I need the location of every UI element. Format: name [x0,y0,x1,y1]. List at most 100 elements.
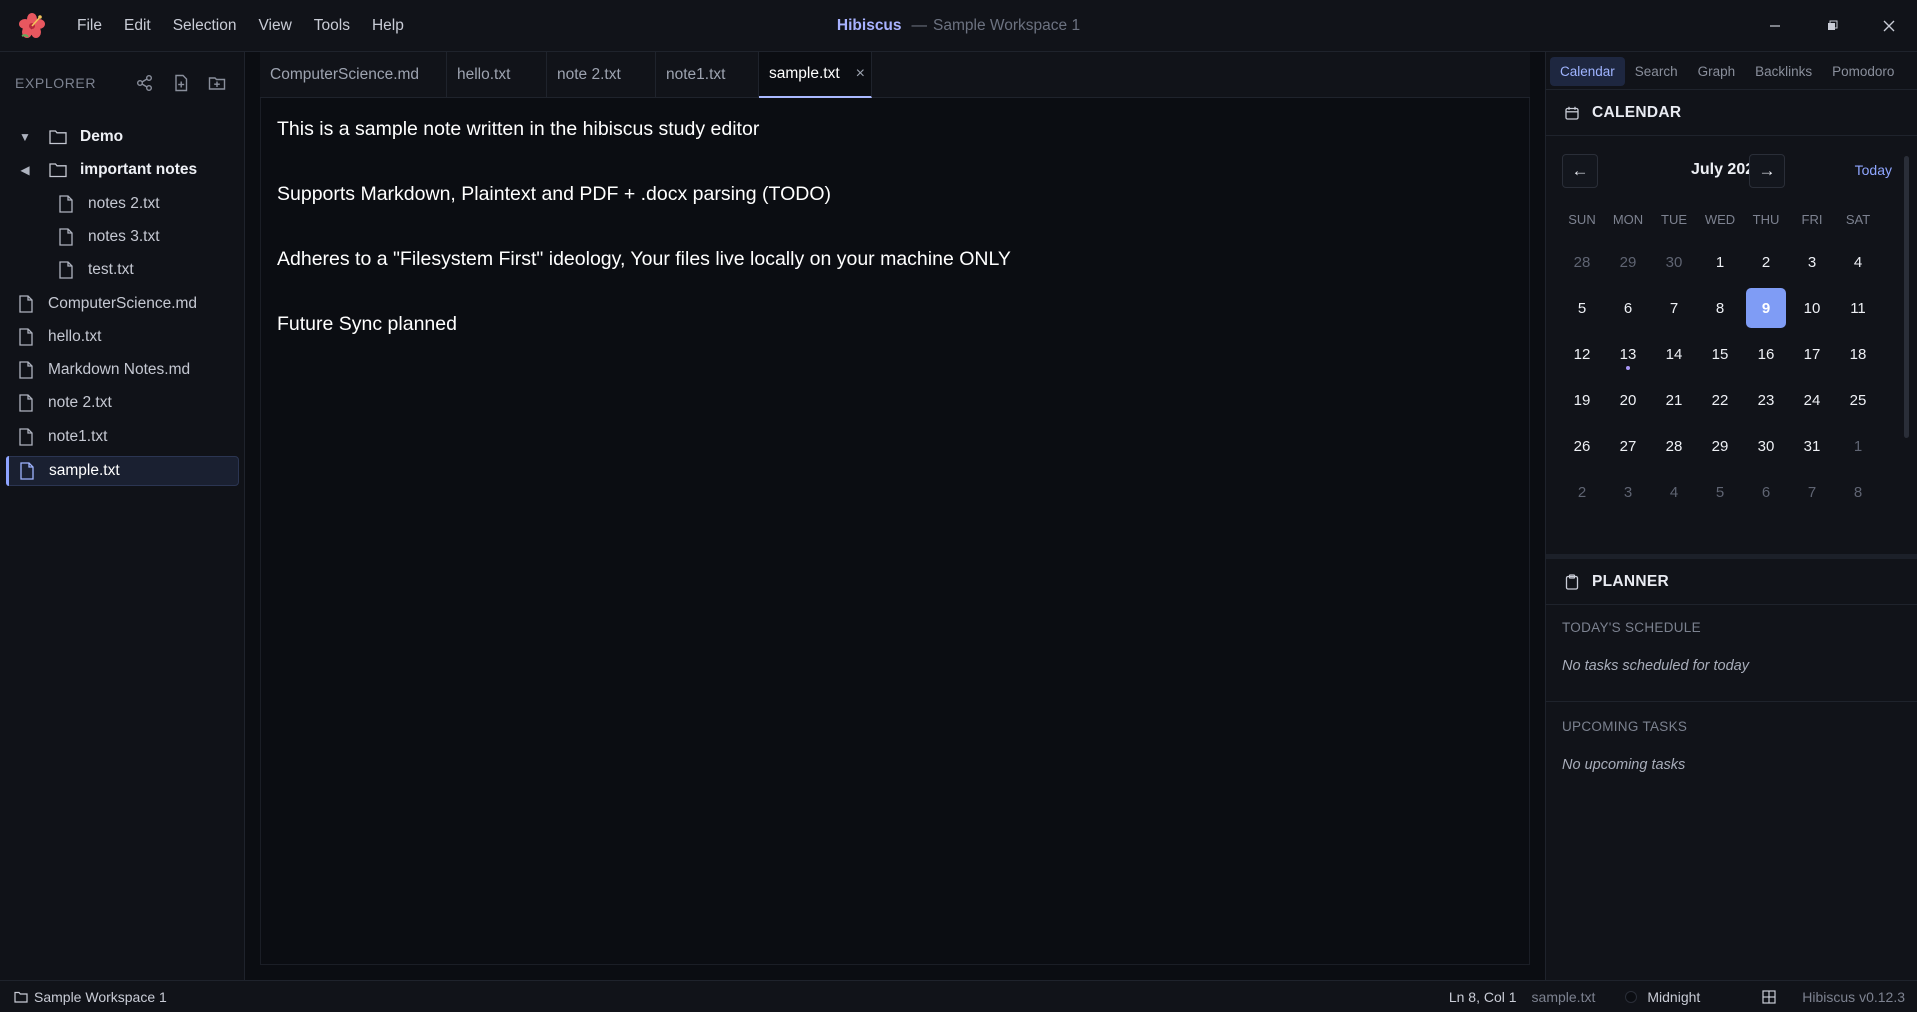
tree-folder-demo[interactable]: ▼ Demo [0,122,245,152]
tree-file-test[interactable]: test.txt [0,255,245,285]
calendar-day[interactable]: 6 [1746,472,1786,512]
calendar-day[interactable]: 21 [1654,380,1694,420]
tree-file-notes-2[interactable]: notes 2.txt [0,189,245,219]
planner-header: PLANNER [1546,559,1917,605]
graph-icon[interactable] [132,70,158,96]
calendar-day[interactable]: 3 [1792,242,1832,282]
cursor-position[interactable]: Ln 8, Col 1 [1449,989,1517,1005]
tree-file-markdown-notes[interactable]: Markdown Notes.md [0,355,245,385]
calendar-day[interactable]: 20 [1608,380,1648,420]
calendar-day[interactable]: 14 [1654,334,1694,374]
calendar-day[interactable]: 10 [1792,288,1832,328]
tab-backlinks[interactable]: Backlinks [1745,57,1822,86]
menu-selection[interactable]: Selection [162,13,248,39]
calendar-day[interactable]: 4 [1654,472,1694,512]
status-bar: Sample Workspace 1 Ln 8, Col 1 sample.tx… [0,980,1917,1012]
tab-search[interactable]: Search [1625,57,1688,86]
calendar-day[interactable]: 8 [1700,288,1740,328]
tree-file-notes-3[interactable]: notes 3.txt [0,222,245,252]
calendar-day[interactable]: 18 [1838,334,1878,374]
weekday-label: TUE [1661,212,1687,227]
tab-label: hello.txt [457,66,511,83]
tree-file-computerscience[interactable]: ComputerScience.md [0,289,245,319]
tree-file-sample[interactable]: sample.txt [6,456,239,486]
calendar-day[interactable]: 2 [1562,472,1602,512]
calendar-day[interactable]: 17 [1792,334,1832,374]
tab-hello[interactable]: hello.txt [447,52,547,98]
menu-file[interactable]: File [66,13,113,39]
layout-icon[interactable] [1762,990,1776,1004]
calendar-day[interactable]: 8 [1838,472,1878,512]
clipboard-icon [1564,573,1580,590]
calendar-day[interactable]: 22 [1700,380,1740,420]
calendar-day[interactable]: 4 [1838,242,1878,282]
tab-label: ComputerScience.md [270,66,420,83]
tree-item-label: note1.txt [48,428,108,445]
calendar-day[interactable]: 26 [1562,426,1602,466]
new-file-icon[interactable] [168,70,194,96]
next-month-button[interactable]: → [1749,154,1785,188]
calendar-day[interactable]: 6 [1608,288,1648,328]
theme-selector[interactable]: Midnight [1647,989,1700,1005]
calendar-day[interactable]: 12 [1562,334,1602,374]
calendar-day[interactable]: 16 [1746,334,1786,374]
tab-note1[interactable]: note1.txt [656,52,759,98]
calendar-day-today[interactable]: 9 [1746,288,1786,328]
tab-label: note1.txt [666,66,726,83]
folder-icon [14,991,28,1003]
tab-graph[interactable]: Graph [1688,57,1746,86]
tree-file-note1[interactable]: note1.txt [0,422,245,452]
status-workspace[interactable]: Sample Workspace 1 [0,989,167,1005]
month-label: July 2026 [1690,161,1764,178]
editor-text-area[interactable]: This is a sample note written in the hib… [260,98,1530,965]
maximize-icon[interactable] [1803,0,1860,52]
close-icon[interactable] [1860,0,1917,52]
menu-edit[interactable]: Edit [113,13,162,39]
calendar-day[interactable]: 3 [1608,472,1648,512]
calendar-day[interactable]: 19 [1562,380,1602,420]
calendar-day[interactable]: 1 [1700,242,1740,282]
tab-sample[interactable]: sample.txt × [759,52,872,98]
menu-help[interactable]: Help [361,13,415,39]
calendar-day[interactable]: 7 [1792,472,1832,512]
title-bar: File Edit Selection View Tools Help Hibi… [0,0,1917,52]
tab-calendar[interactable]: Calendar [1550,57,1625,86]
explorer-title: EXPLORER [15,75,97,91]
weekday-label: WED [1704,212,1736,227]
calendar-day[interactable]: 1 [1838,426,1878,466]
tree-file-hello[interactable]: hello.txt [0,322,245,352]
app-version: Hibiscus v0.12.3 [1802,989,1905,1005]
calendar-day[interactable]: 30 [1746,426,1786,466]
calendar-day[interactable]: 2 [1746,242,1786,282]
calendar-scrollbar[interactable] [1904,156,1909,438]
calendar-day[interactable]: 29 [1700,426,1740,466]
calendar-day[interactable]: 11 [1838,288,1878,328]
calendar-day[interactable]: 31 [1792,426,1832,466]
today-button[interactable]: Today [1855,162,1892,178]
new-folder-icon[interactable] [204,70,230,96]
calendar-day[interactable]: 5 [1700,472,1740,512]
minimize-icon[interactable] [1746,0,1803,52]
weekday-label: MON [1612,212,1644,227]
calendar-day[interactable]: 25 [1838,380,1878,420]
calendar-day[interactable]: 24 [1792,380,1832,420]
calendar-day[interactable]: 7 [1654,288,1694,328]
calendar-day[interactable]: 15 [1700,334,1740,374]
calendar-day[interactable]: 23 [1746,380,1786,420]
calendar-day[interactable]: 5 [1562,288,1602,328]
calendar-day[interactable]: 28 [1654,426,1694,466]
calendar-day[interactable]: 30 [1654,242,1694,282]
calendar-day[interactable]: 28 [1562,242,1602,282]
editor-line: Future Sync planned [277,313,457,335]
menu-view[interactable]: View [247,13,302,39]
tab-note-2[interactable]: note 2.txt [547,52,656,98]
tree-folder-important-notes[interactable]: ◀ important notes [0,155,245,185]
close-tab-icon[interactable]: × [856,65,865,83]
calendar-day[interactable]: 27 [1608,426,1648,466]
menu-tools[interactable]: Tools [303,13,361,39]
tree-file-note-2[interactable]: note 2.txt [0,388,245,418]
tab-computerscience[interactable]: ComputerScience.md [260,52,447,98]
calendar-nav: ← July 2026 → Today [1562,152,1892,190]
calendar-day[interactable]: 29 [1608,242,1648,282]
tab-pomodoro[interactable]: Pomodoro [1822,57,1904,86]
